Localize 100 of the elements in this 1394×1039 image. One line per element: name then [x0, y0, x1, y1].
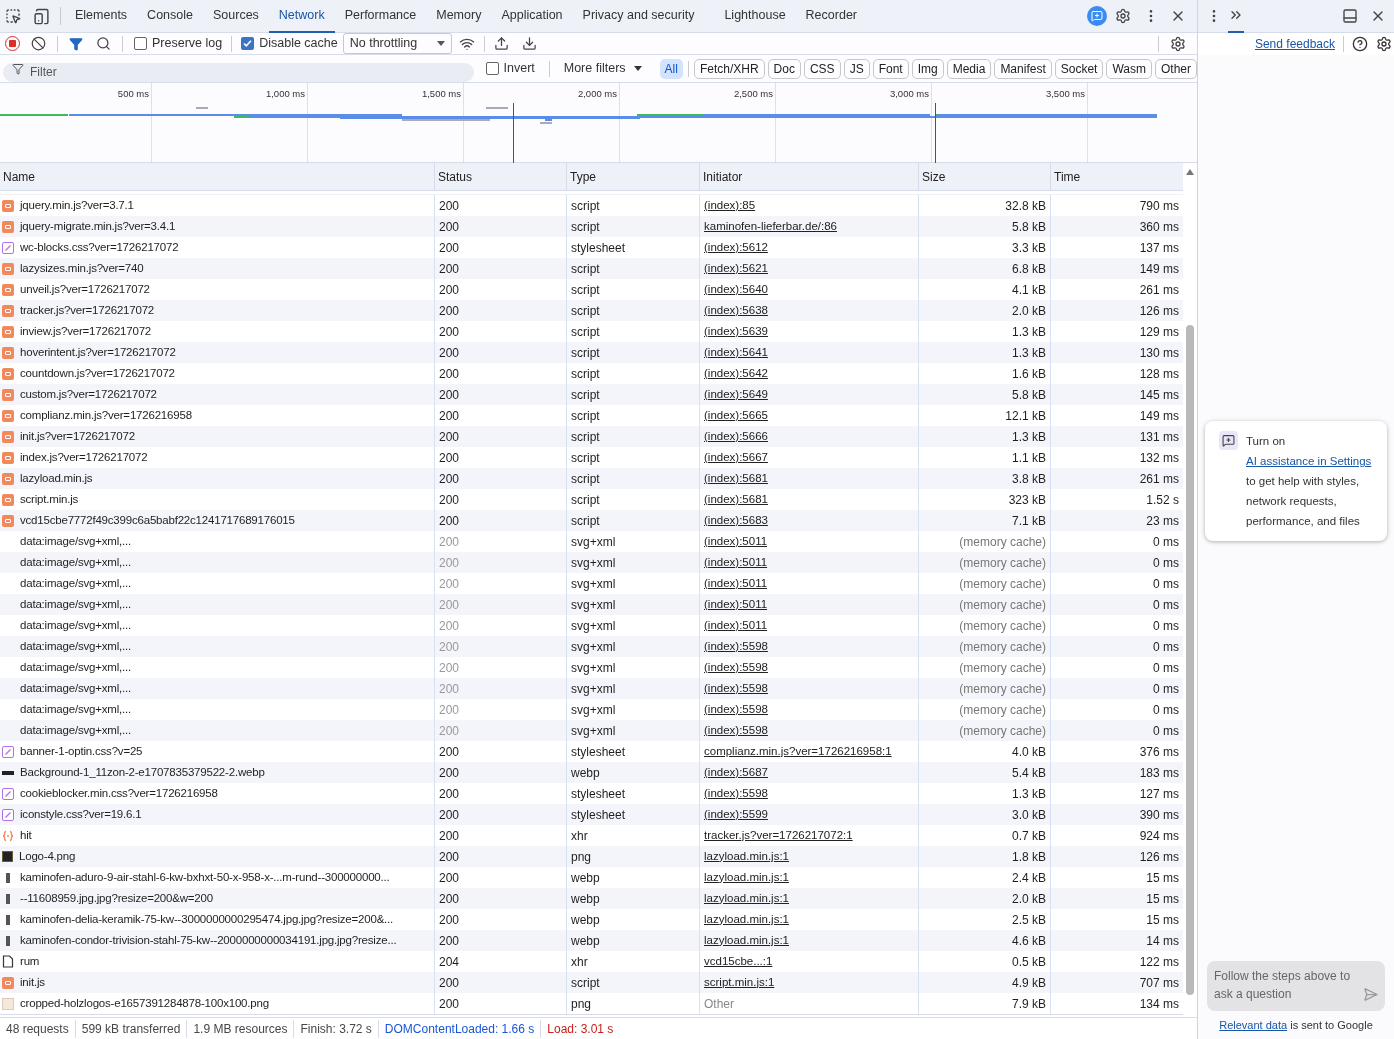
- type-filter-chip[interactable]: Wasm: [1106, 58, 1152, 79]
- type-filter-chip[interactable]: JS: [843, 58, 870, 79]
- request-name[interactable]: data:image/svg+xml,...: [20, 532, 131, 551]
- initiator-link[interactable]: lazyload.min.js:1: [704, 868, 789, 887]
- column-header[interactable]: Status: [435, 163, 567, 190]
- request-name[interactable]: jquery-migrate.min.js?ver=3.4.1: [20, 217, 176, 236]
- request-name[interactable]: tracker.js?ver=1726217072: [20, 301, 155, 320]
- request-name[interactable]: data:image/svg+xml,...: [20, 700, 131, 719]
- initiator-link[interactable]: (index):5011: [704, 616, 768, 635]
- initiator-link[interactable]: script.min.js:1: [704, 973, 775, 992]
- request-name[interactable]: data:image/svg+xml,...: [20, 721, 131, 740]
- ai-settings-link[interactable]: AI assistance in Settings: [1246, 455, 1372, 467]
- column-header[interactable]: Type: [567, 163, 700, 190]
- initiator-link[interactable]: (index):5649: [704, 385, 768, 404]
- initiator-link[interactable]: (index):5599: [704, 805, 768, 824]
- checkbox-box[interactable]: [485, 62, 499, 75]
- column-header[interactable]: Initiator: [700, 163, 919, 190]
- request-name[interactable]: countdown.js?ver=1726217072: [20, 364, 175, 383]
- initiator-link[interactable]: (index):5638: [704, 301, 768, 320]
- type-filter-chip[interactable]: Fetch/XHR: [693, 58, 765, 79]
- type-filter-chip[interactable]: Other: [1155, 58, 1197, 79]
- ai-assistance-icon[interactable]: [1087, 6, 1107, 26]
- device-toolbar-icon[interactable]: [33, 7, 50, 25]
- request-name[interactable]: lazyload.min.js: [20, 469, 93, 488]
- initiator-link[interactable]: (index):5681: [704, 490, 768, 509]
- initiator-link[interactable]: kaminofen-lieferbar.de/:86: [704, 217, 837, 236]
- type-filter-chip[interactable]: Media: [946, 58, 992, 79]
- checkbox[interactable]: Disable cache: [241, 34, 338, 53]
- initiator-link[interactable]: (index):5666: [704, 427, 768, 446]
- request-name[interactable]: jquery.min.js?ver=3.7.1: [20, 196, 134, 215]
- request-name[interactable]: data:image/svg+xml,...: [20, 595, 131, 614]
- request-name[interactable]: lazysizes.min.js?ver=740: [20, 259, 144, 278]
- request-name[interactable]: data:image/svg+xml,...: [20, 658, 131, 677]
- checkbox-box[interactable]: [134, 37, 147, 50]
- request-name[interactable]: wc-blocks.css?ver=1726217072: [20, 238, 179, 257]
- panel-tab[interactable]: Sources: [203, 0, 269, 33]
- type-filter-chip[interactable]: Doc: [767, 58, 801, 79]
- panel-tab[interactable]: Privacy and security: [572, 0, 705, 33]
- initiator-link[interactable]: lazyload.min.js:1: [704, 889, 789, 908]
- initiator-link[interactable]: vcd15cbe...:1: [704, 952, 773, 971]
- type-filter-chip[interactable]: CSS: [803, 58, 841, 79]
- request-name[interactable]: hit: [20, 826, 32, 845]
- filter-icon[interactable]: [69, 36, 83, 51]
- initiator-link[interactable]: (index):5641: [704, 343, 768, 362]
- panel-tab[interactable]: Recorder: [795, 0, 867, 33]
- initiator-link[interactable]: tracker.js?ver=1726217072:1: [704, 826, 853, 845]
- request-name[interactable]: data:image/svg+xml,...: [20, 637, 131, 656]
- filter-field[interactable]: Filter: [3, 62, 474, 82]
- initiator-link[interactable]: (index):5642: [704, 364, 768, 383]
- request-name[interactable]: inview.js?ver=1726217072: [20, 322, 152, 341]
- initiator-link[interactable]: lazyload.min.js:1: [704, 910, 789, 929]
- initiator-link[interactable]: (index):5681: [704, 469, 768, 488]
- initiator-link[interactable]: (index):5011: [704, 532, 768, 551]
- type-filter-chip[interactable]: Font: [872, 58, 909, 79]
- request-name[interactable]: kaminofen-aduro-9-air-stahl-6-kw-bxhxt-50-x-958-x-...m-rund--300000000...: [20, 868, 390, 887]
- checkbox[interactable]: Preserve log: [134, 34, 223, 53]
- more-filters-dropdown[interactable]: More filters: [563, 59, 642, 78]
- initiator-link[interactable]: lazyload.min.js:1: [704, 847, 789, 866]
- dock-icon[interactable]: [1342, 8, 1358, 24]
- type-filter-chip[interactable]: Manifest: [994, 58, 1052, 79]
- request-name[interactable]: data:image/svg+xml,...: [20, 616, 131, 635]
- settings-icon[interactable]: [1170, 35, 1186, 52]
- initiator-link[interactable]: (index):5598: [704, 784, 768, 803]
- request-name[interactable]: data:image/svg+xml,...: [20, 574, 131, 593]
- panel-tab[interactable]: Application: [491, 0, 573, 33]
- initiator-link[interactable]: (index):5598: [704, 658, 768, 677]
- settings-icon[interactable]: [1115, 8, 1131, 24]
- initiator-link[interactable]: (index):5687: [704, 763, 768, 782]
- initiator-link[interactable]: (index):5598: [704, 700, 768, 719]
- request-name[interactable]: vcd15cbe7772f49c399c6a5babf22c1241717689176015: [20, 511, 295, 530]
- download-icon[interactable]: [521, 36, 537, 51]
- help-icon[interactable]: [1352, 36, 1368, 52]
- initiator-link[interactable]: (index):5665: [704, 406, 768, 425]
- request-name[interactable]: rum: [20, 952, 40, 971]
- request-name[interactable]: Logo-4.png: [19, 847, 76, 866]
- initiator-link[interactable]: (index):5683: [704, 511, 768, 530]
- relevant-data-link[interactable]: Relevant data: [1219, 1018, 1288, 1031]
- inspect-element-icon[interactable]: [5, 8, 21, 24]
- request-name[interactable]: custom.js?ver=1726217072: [20, 385, 157, 404]
- panel-tab[interactable]: Memory: [426, 0, 492, 33]
- panel-tab[interactable]: Console: [137, 0, 203, 33]
- upload-icon[interactable]: [493, 36, 509, 51]
- request-name[interactable]: index.js?ver=1726217072: [20, 448, 148, 467]
- request-name[interactable]: cropped-holzlogos-e1657391284878-100x100.png: [20, 994, 269, 1013]
- column-header[interactable]: Time: [1051, 163, 1183, 190]
- request-name[interactable]: script.min.js: [20, 490, 79, 509]
- initiator-link[interactable]: (index):5640: [704, 280, 768, 299]
- initiator-link[interactable]: lazyload.min.js:1: [704, 931, 789, 950]
- initiator-link[interactable]: (index):5011: [704, 574, 768, 593]
- initiator-link[interactable]: (index):5598: [704, 721, 768, 740]
- request-name[interactable]: kaminofen-delia-keramik-75-kw--3000000000295474.jpg.jpg?resize=200&...: [20, 910, 394, 929]
- initiator-link[interactable]: (index):5621: [704, 259, 768, 278]
- column-header[interactable]: Name: [0, 163, 435, 190]
- type-filter-chip[interactable]: Img: [911, 58, 944, 79]
- settings-icon[interactable]: [1376, 36, 1392, 52]
- request-name[interactable]: complianz.min.js?ver=1726216958: [20, 406, 192, 425]
- initiator-link[interactable]: (index):5598: [704, 637, 768, 656]
- initiator-link[interactable]: (index):5011: [704, 553, 768, 572]
- initiator-link[interactable]: (index):85: [704, 196, 756, 215]
- panel-tab[interactable]: Performance: [334, 0, 427, 33]
